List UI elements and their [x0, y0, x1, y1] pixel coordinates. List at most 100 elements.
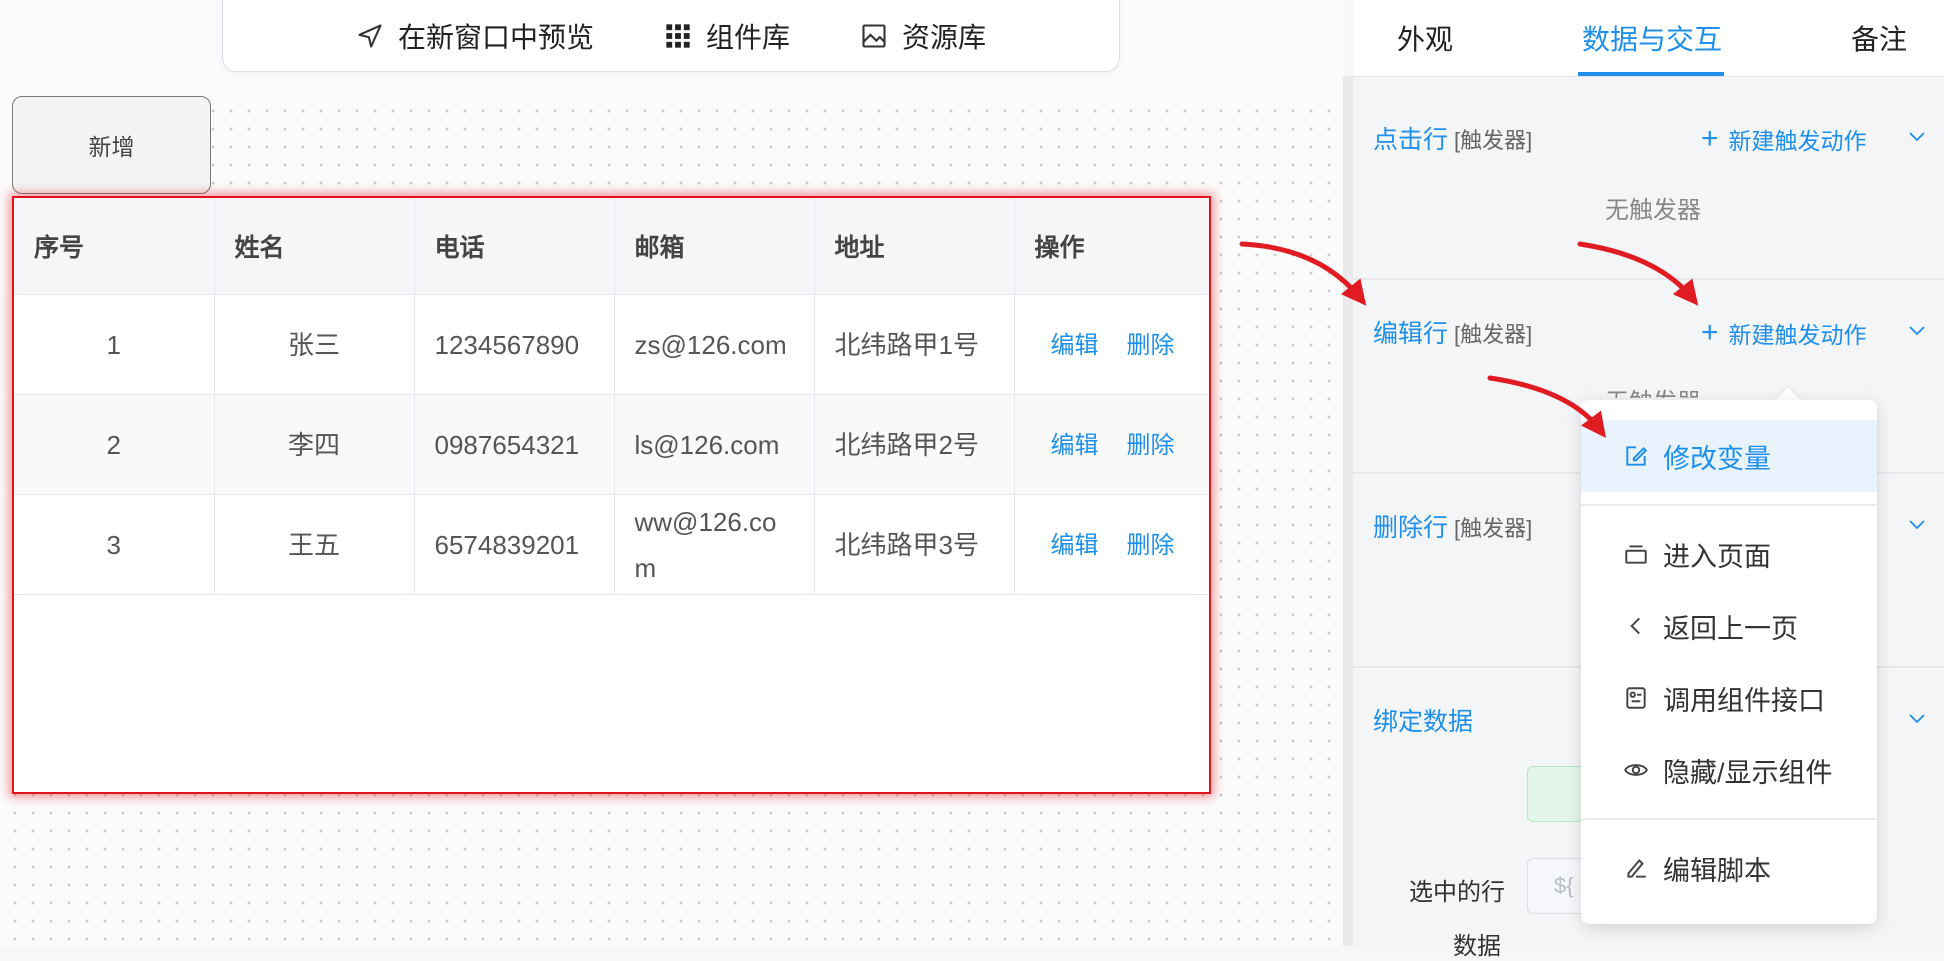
resource-library-label: 资源库 — [902, 22, 987, 53]
edit-row-link[interactable]: 编辑 — [1051, 332, 1099, 359]
menu-item-label: 返回上一页 — [1663, 613, 1798, 644]
selected-table-component[interactable]: 序号 姓名 电话 邮箱 地址 操作 1 张三 1234567890 zs@126… — [12, 196, 1211, 794]
section-click-row-label: 点击行 — [1373, 126, 1449, 154]
cell-name: 王五 — [214, 494, 415, 595]
tab-notes[interactable]: 备注 — [1851, 18, 1907, 58]
cell-phone: 0987654321 — [414, 394, 615, 495]
trigger-tag: [触发器] — [1454, 516, 1533, 541]
eye-icon — [1624, 764, 1648, 776]
cell-address: 北纬路甲1号 — [814, 294, 1015, 395]
edit-row-link[interactable]: 编辑 — [1051, 432, 1099, 459]
section-click-row: 点击行 [触发器] — [1373, 120, 1532, 156]
edit-row-link[interactable]: 编辑 — [1051, 532, 1099, 559]
trigger-tag: [触发器] — [1454, 128, 1533, 153]
cell-address: 北纬路甲3号 — [814, 494, 1015, 595]
cell-email: zs@126.com — [614, 294, 815, 395]
cell-index: 2 — [14, 394, 215, 495]
menu-separator — [1581, 504, 1877, 506]
column-header-phone: 电话 — [414, 198, 615, 295]
tab-data-interaction[interactable]: 数据与交互 — [1582, 18, 1722, 58]
menu-item-label: 修改变量 — [1663, 443, 1771, 474]
delete-row-link[interactable]: 删除 — [1127, 532, 1175, 559]
component-api-icon — [1626, 687, 1646, 709]
menu-item-label: 隐藏/显示组件 — [1663, 757, 1833, 788]
delete-row-link[interactable]: 删除 — [1127, 432, 1175, 459]
section-bind-data: 绑定数据 — [1373, 702, 1473, 738]
new-action-label: 新建触发动作 — [1728, 128, 1867, 154]
menu-item-call-component-api[interactable]: 调用组件接口 — [1581, 662, 1877, 734]
trigger-action-menu: 修改变量 进入页面 返回上一页 调用组件接口 隐藏/显示组件 编辑脚本 — [1581, 400, 1877, 924]
chevron-down-icon[interactable] — [1907, 320, 1927, 340]
cell-address: 北纬路甲2号 — [814, 394, 1015, 495]
column-header-email: 邮箱 — [614, 198, 815, 295]
edit-square-icon — [1626, 446, 1648, 466]
delete-row-link[interactable]: 删除 — [1127, 332, 1175, 359]
cell-actions: 编辑 删除 — [1014, 394, 1209, 495]
top-toolbar: 在新窗口中预览 组件库 资源库 — [222, 0, 1120, 72]
cell-name: 李四 — [214, 394, 415, 495]
bind-data-button[interactable] — [1527, 766, 1589, 822]
section-edit-row: 编辑行 [触发器] — [1373, 314, 1532, 350]
section-divider — [1353, 278, 1944, 280]
new-action-label: 新建触发动作 — [1728, 322, 1867, 348]
selected-row-label-cont: 数据 — [1453, 933, 1501, 960]
panel-divider[interactable] — [1343, 76, 1353, 946]
trigger-tag: [触发器] — [1454, 322, 1533, 347]
menu-separator — [1581, 818, 1877, 820]
menu-item-label: 编辑脚本 — [1663, 855, 1771, 886]
chevron-down-icon[interactable] — [1907, 514, 1927, 534]
chevron-left-icon — [1630, 617, 1640, 635]
resource-library-button[interactable]: 资源库 — [860, 16, 986, 56]
menu-item-go-back[interactable]: 返回上一页 — [1581, 590, 1877, 662]
section-delete-row: 删除行 [触发器] — [1373, 508, 1532, 544]
active-tab-indicator — [1578, 72, 1724, 76]
cell-name: 张三 — [214, 294, 415, 395]
no-trigger-text: 无触发器 — [1605, 382, 1701, 398]
cell-index: 3 — [14, 494, 215, 595]
new-trigger-action-button[interactable]: + 新建触发动作 — [1701, 316, 1867, 350]
menu-item-modify-variable[interactable]: 修改变量 — [1581, 420, 1877, 492]
section-bind-data-label: 绑定数据 — [1373, 708, 1474, 736]
chevron-down-icon[interactable] — [1907, 126, 1927, 146]
grid-icon — [666, 24, 690, 48]
no-trigger-text: 无触发器 — [1605, 197, 1701, 224]
pencil-script-icon — [1627, 858, 1646, 878]
menu-item-label: 进入页面 — [1663, 541, 1771, 572]
add-button[interactable]: 新增 — [12, 96, 211, 194]
data-table: 序号 姓名 电话 邮箱 地址 操作 1 张三 1234567890 zs@126… — [14, 198, 1209, 595]
cell-actions: 编辑 删除 — [1014, 294, 1209, 395]
cell-email: ls@126.com — [614, 394, 815, 495]
table-row[interactable]: 1 张三 1234567890 zs@126.com 北纬路甲1号 编辑 删除 — [14, 294, 1209, 395]
cell-phone: 1234567890 — [414, 294, 615, 395]
column-header-name: 姓名 — [214, 198, 415, 295]
column-header-address: 地址 — [814, 198, 1015, 295]
plus-icon: + — [1701, 316, 1719, 349]
section-edit-row-label: 编辑行 — [1373, 320, 1449, 348]
new-trigger-action-button[interactable]: + 新建触发动作 — [1701, 122, 1867, 156]
menu-item-toggle-visibility[interactable]: 隐藏/显示组件 — [1581, 734, 1877, 806]
menu-item-edit-script[interactable]: 编辑脚本 — [1581, 832, 1877, 904]
column-header-index: 序号 — [14, 198, 215, 295]
preview-new-window-button[interactable]: 在新窗口中预览 — [356, 16, 594, 56]
plus-icon: + — [1701, 122, 1719, 155]
page-stack-icon — [1625, 545, 1647, 564]
menu-item-label: 调用组件接口 — [1663, 685, 1825, 716]
component-library-button[interactable]: 组件库 — [664, 16, 790, 56]
cell-actions: 编辑 删除 — [1014, 494, 1209, 595]
chevron-down-icon[interactable] — [1907, 708, 1927, 728]
send-arrow-icon — [358, 24, 382, 48]
panel-tabs: 外观 数据与交互 备注 — [1353, 0, 1944, 77]
component-library-label: 组件库 — [705, 22, 790, 53]
image-icon — [862, 24, 886, 48]
tab-appearance[interactable]: 外观 — [1397, 18, 1453, 58]
preview-label: 在新窗口中预览 — [397, 22, 594, 53]
table-header-row: 序号 姓名 电话 邮箱 地址 操作 — [14, 198, 1209, 295]
menu-item-enter-page[interactable]: 进入页面 — [1581, 518, 1877, 590]
cell-phone: 6574839201 — [414, 494, 615, 595]
table-row[interactable]: 2 李四 0987654321 ls@126.com 北纬路甲2号 编辑 删除 — [14, 394, 1209, 495]
table-row[interactable]: 3 王五 6574839201 ww@126.com 北纬路甲3号 编辑 删除 — [14, 494, 1209, 595]
cell-index: 1 — [14, 294, 215, 395]
cell-email: ww@126.com — [614, 494, 815, 595]
selected-row-input[interactable]: ${ — [1527, 858, 1587, 914]
column-header-actions: 操作 — [1014, 198, 1209, 295]
